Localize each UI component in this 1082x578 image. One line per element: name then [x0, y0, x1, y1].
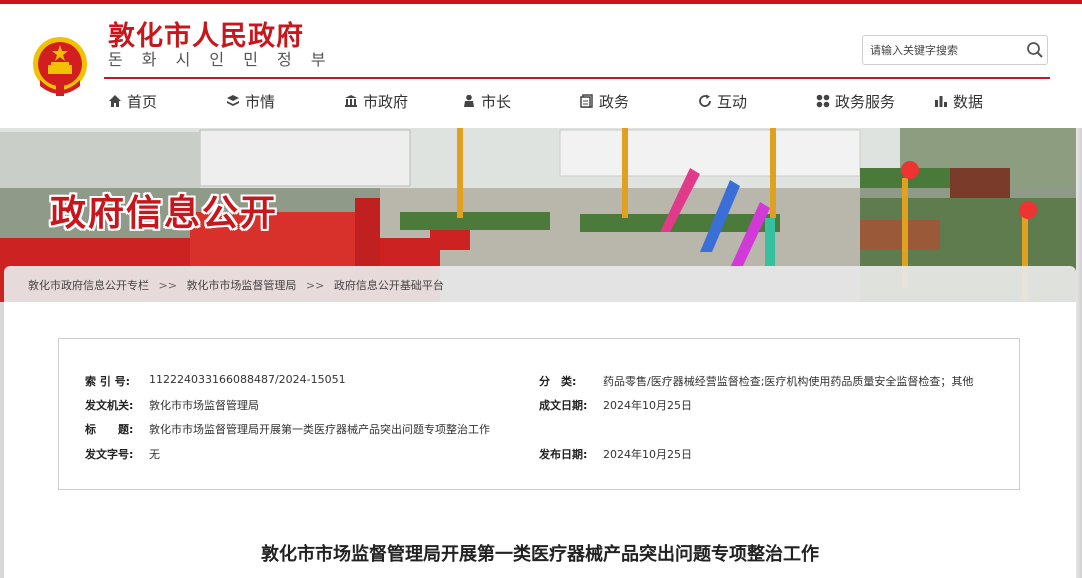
site-header: 敦化市人民政府 돈 화 시 인 민 정 부 首页 市情 市政府 市长 政务: [4, 4, 1076, 128]
main-nav: 首页 市情 市政府 市长 政务 互动 政务服务 数据: [104, 88, 1064, 118]
nav-item-label: 市政府: [363, 92, 409, 111]
search-box: [862, 35, 1048, 65]
nav-item-city-government[interactable]: 市政府: [344, 88, 408, 114]
breadcrumb-separator: >>: [158, 279, 177, 292]
nav-item-mayor[interactable]: 市长: [462, 88, 511, 114]
nav-item-label: 市长: [481, 92, 512, 111]
index-number-label: 索 引 号:: [85, 375, 131, 388]
page-edge: [1076, 128, 1082, 578]
national-emblem-icon: [33, 37, 87, 96]
nav-item-label: 互动: [717, 92, 748, 111]
category-label: 分 类:: [539, 375, 577, 388]
breadcrumb-link[interactable]: 政府信息公开基础平台: [334, 279, 444, 292]
nav-item-label: 政务服务: [835, 92, 896, 111]
search-input[interactable]: [863, 36, 1020, 64]
person-icon: [464, 94, 474, 107]
created-date-label: 成文日期:: [539, 399, 588, 412]
title-value: 敦化市市场监督管理局开展第一类医疗器械产品突出问题专项整治工作: [149, 423, 490, 436]
nav-item-interaction[interactable]: 互动: [698, 88, 747, 114]
metadata-row: 标 题: 敦化市市场监督管理局开展第一类医疗器械产品突出问题专项整治工作: [59, 421, 1019, 439]
grid-icon: [816, 94, 830, 108]
metadata-row: 索 引 号: 112224033166088487/2024-15051 分 类…: [59, 373, 1019, 391]
document-number-value: 无: [149, 448, 160, 461]
published-date-label: 发布日期:: [539, 448, 588, 461]
nav-item-label: 首页: [127, 92, 158, 111]
header-divider: [104, 77, 1050, 79]
breadcrumb-link[interactable]: 敦化市市场监督管理局: [186, 279, 296, 292]
home-icon: [109, 95, 121, 107]
created-date-value: 2024年10月25日: [603, 399, 692, 412]
document-number-label: 发文字号:: [85, 448, 134, 461]
nav-item-government-services[interactable]: 政务服务: [816, 88, 895, 114]
breadcrumb-separator: >>: [305, 279, 325, 292]
document-icon: [580, 94, 593, 108]
nav-item-city-info[interactable]: 市情: [226, 88, 275, 114]
layers-icon: [227, 95, 239, 106]
metadata-row: 发文机关: 敦化市市场监督管理局 成文日期: 2024年10月25日: [59, 397, 1019, 415]
published-date-value: 2024年10月25日: [603, 448, 692, 461]
metadata-row: 发文字号: 无 发布日期: 2024年10月25日: [59, 446, 1019, 464]
issuer-value: 敦化市市场监督管理局: [149, 399, 259, 412]
document-metadata-box: 索 引 号: 112224033166088487/2024-15051 分 类…: [58, 338, 1020, 490]
breadcrumb-bar: 敦化市政府信息公开专栏 >> 敦化市市场监督管理局 >> 政府信息公开基础平台: [4, 266, 1076, 302]
nav-item-label: 数据: [953, 92, 984, 111]
breadcrumb-link[interactable]: 敦化市政府信息公开专栏: [28, 279, 149, 292]
refresh-icon: [699, 94, 711, 107]
issuer-label: 发文机关:: [85, 399, 134, 412]
banner-title: 政府信息公开: [50, 193, 279, 234]
title-label: 标 题:: [85, 423, 134, 436]
category-value: 药品零售/医疗器械经营监督检查;医疗机构使用药品质量安全监督检查；其他: [603, 375, 974, 388]
nav-item-data[interactable]: 数据: [934, 88, 983, 114]
government-building-icon: [345, 95, 357, 107]
article-title: 敦化市市场监督管理局开展第一类医疗器械产品突出问题专项整治工作: [261, 544, 819, 565]
search-icon[interactable]: [1026, 41, 1044, 59]
nav-item-home[interactable]: 首页: [108, 88, 157, 114]
breadcrumb: 敦化市政府信息公开专栏 >> 敦化市市场监督管理局 >> 政府信息公开基础平台: [28, 277, 444, 293]
index-number-value: 112224033166088487/2024-15051: [149, 373, 346, 386]
nav-item-label: 市情: [245, 92, 276, 111]
nav-item-label: 政务: [599, 92, 630, 111]
article-content: 索 引 号: 112224033166088487/2024-15051 分 类…: [4, 302, 1076, 578]
nav-item-government-affairs[interactable]: 政务: [580, 88, 629, 114]
bar-chart-icon: [935, 96, 947, 107]
site-subtitle-korean: 돈 화 시 인 민 정 부: [108, 50, 333, 69]
